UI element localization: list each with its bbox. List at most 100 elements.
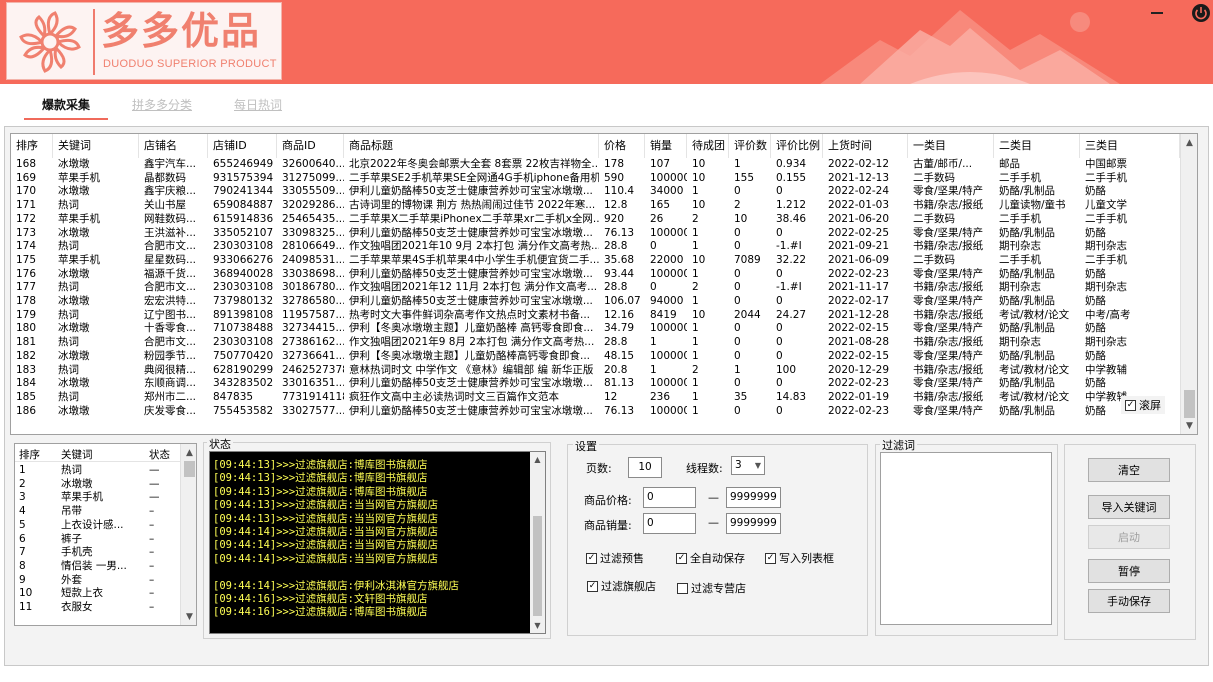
keyword-row[interactable]: 9 外套 – — [15, 574, 181, 588]
pause-button[interactable]: 暂停 — [1088, 559, 1170, 583]
column-header[interactable]: 店铺名 — [139, 134, 208, 158]
scroll-up-icon[interactable]: ▲ — [1181, 134, 1197, 151]
keyword-cell: 上衣设计感... — [61, 518, 124, 531]
table-cell: 零食/坚果/特产 — [913, 404, 984, 417]
scrollbar-thumb[interactable] — [1184, 390, 1195, 418]
table-row[interactable]: 173 冰墩墩 王洪滋补... 335052107 33098325... 伊利儿童奶酪棒… — [11, 227, 1181, 241]
log-line: [09:44:13]>>>过滤旗舰店:当当网官方旗舰店 — [213, 512, 439, 525]
price-max-input[interactable]: 9999999 — [726, 487, 781, 508]
keyword-row[interactable]: 10 短款上衣 – — [15, 587, 181, 601]
tab-pdd-category[interactable]: 拼多多分类 — [132, 96, 192, 119]
filter-specialty-checkbox[interactable]: 过滤专营店 — [677, 580, 746, 596]
filter-flagship-checkbox[interactable]: ✓ 过滤旗舰店 — [587, 578, 656, 594]
status-log[interactable]: [09:44:13]>>>过滤旗舰店:博库图书旗舰店 [09:44:13]>>>过… — [209, 451, 546, 634]
keyword-row[interactable]: 4 吊带 – — [15, 505, 181, 519]
table-row[interactable]: 182 冰墩墩 粉园季节... 750770420 32736641... 伊利【冬奥冰墩… — [11, 350, 1181, 364]
pages-input[interactable]: 10 — [628, 457, 662, 478]
table-row[interactable]: 185 热词 郑州市二... 847835 77319141183 疯狂作文高中主必读热词… — [11, 391, 1181, 405]
table-row[interactable]: 186 冰墩墩 庆发零食... 755453582 33027577... 伊利儿童奶酪棒… — [11, 405, 1181, 419]
keyword-column-header[interactable]: 状态 — [149, 447, 170, 462]
column-header[interactable]: 店铺ID — [208, 134, 277, 158]
column-header[interactable]: 评价比例 — [771, 134, 823, 158]
log-scrollbar[interactable]: ▲ ▼ — [530, 452, 545, 633]
table-row[interactable]: 175 苹果手机 星星数码... 933066276 24098531... 二手苹果苹果… — [11, 254, 1181, 268]
keyword-row[interactable]: 3 苹果手机 — — [15, 491, 181, 505]
start-button[interactable]: 启动 — [1088, 525, 1170, 549]
column-header[interactable]: 三类目 — [1080, 134, 1180, 158]
table-row[interactable]: 183 热词 典阅很精... 628190299 24625273788 意林热词时文 中… — [11, 364, 1181, 378]
filter-words-textarea[interactable] — [880, 452, 1052, 625]
sales-max-input[interactable]: 9999999 — [726, 513, 781, 534]
keyword-list[interactable]: 排序 关键词 状态 1 热词 — 2 冰墩墩 — 3 苹果手机 — 4 吊带 – 5 上衣设计感... – 6 裤子… — [14, 443, 197, 626]
sales-min-input[interactable]: 0 — [643, 513, 696, 534]
table-row[interactable]: 170 冰墩墩 鑫宇庆粮... 790241344 33055509... 伊利儿童奶酪棒… — [11, 185, 1181, 199]
auto-scroll-checkbox[interactable]: ✓ 滚屏 — [1121, 396, 1165, 414]
column-header[interactable]: 一类目 — [908, 134, 994, 158]
auto-save-checkbox[interactable]: ✓ 全自动保存 — [676, 550, 745, 566]
table-cell: 二手苹果苹果4S手机苹果4中小学生手机便宜货二手... — [349, 253, 599, 266]
column-header[interactable]: 销量 — [645, 134, 687, 158]
column-header[interactable]: 评价数 — [729, 134, 771, 158]
keyword-list-scrollbar[interactable]: ▲ ▼ — [180, 444, 196, 625]
scrollbar-thumb[interactable] — [184, 461, 195, 477]
product-table[interactable]: 排序 关键词 店铺名 店铺ID 商品ID 商品标题 价格 销量 待成团 评价数 评价比例 上货时间 一类… — [10, 133, 1198, 435]
keyword-column-header[interactable]: 排序 — [19, 447, 40, 462]
threads-select[interactable]: 3 ▼ — [731, 456, 765, 475]
table-cell: 苹果手机 — [58, 171, 100, 184]
filter-presale-checkbox[interactable]: ✓ 过滤预售 — [586, 550, 644, 566]
table-cell: 星星数码... — [144, 253, 197, 266]
column-header[interactable]: 商品ID — [277, 134, 344, 158]
manual-save-button[interactable]: 手动保存 — [1088, 589, 1170, 613]
import-keywords-button[interactable]: 导入关键词 — [1088, 495, 1170, 519]
table-cell: 作文独唱团2021年10 9月 2本打包 满分作文高考热... — [349, 240, 599, 253]
column-header[interactable]: 价格 — [599, 134, 645, 158]
keyword-row[interactable]: 8 情侣装 一男... – — [15, 560, 181, 574]
table-row[interactable]: 184 冰墩墩 东顺商调... 343283502 33016351... 伊利儿童奶酪棒… — [11, 377, 1181, 391]
table-vertical-scrollbar[interactable]: ▲ ▼ — [1180, 134, 1197, 434]
table-row[interactable]: 180 冰墩墩 十香零食... 710738488 32734415... 伊利【冬奥冰墩… — [11, 322, 1181, 336]
keyword-row[interactable]: 6 裤子 – — [15, 533, 181, 547]
keyword-row[interactable]: 1 热词 — — [15, 464, 181, 478]
write-list-checkbox[interactable]: ✓ 写入列表框 — [765, 550, 834, 566]
scroll-up-icon[interactable]: ▲ — [530, 452, 545, 467]
price-min-input[interactable]: 0 — [643, 487, 696, 508]
column-header[interactable]: 上货时间 — [823, 134, 908, 158]
table-cell: 0 — [650, 240, 657, 253]
keyword-row[interactable]: 5 上衣设计感... – — [15, 519, 181, 533]
table-row[interactable]: 176 冰墩墩 福源千货... 368940028 33038698... 伊利儿童奶酪棒… — [11, 268, 1181, 282]
table-row[interactable]: 179 热词 辽宁图书... 891398108 11957587... 热考时文大事件鲜… — [11, 309, 1181, 323]
table-row[interactable]: 172 苹果手机 网鞋数码... 615914836 25465435... 二手苹果X二… — [11, 213, 1181, 227]
table-row[interactable]: 174 热词 合肥市文... 230303108 28106649... 作文独唱团202… — [11, 240, 1181, 254]
column-header[interactable]: 待成团 — [687, 134, 729, 158]
power-icon[interactable] — [1188, 2, 1213, 24]
table-row[interactable]: 171 热词 关山书屋 659084887 32029286... 古诗词里的博物课 荆方… — [11, 199, 1181, 213]
tab-daily-hotword[interactable]: 每日热词 — [234, 96, 282, 119]
column-header[interactable]: 二类目 — [994, 134, 1080, 158]
scroll-up-icon[interactable]: ▲ — [181, 444, 196, 461]
scrollbar-thumb[interactable] — [533, 516, 542, 616]
column-header[interactable]: 排序 — [11, 134, 53, 158]
table-cell: 33055509... — [282, 185, 344, 198]
table-row[interactable]: 169 苹果手机 晶都数码 931575394 31275099... 二手苹果SE2手机… — [11, 172, 1181, 186]
table-cell: 1 — [734, 158, 741, 170]
table-cell: 奶酪/乳制品 — [999, 295, 1056, 307]
column-header[interactable]: 关键词 — [53, 134, 139, 158]
scroll-down-icon[interactable]: ▼ — [181, 608, 196, 625]
keyword-row[interactable]: 7 手机壳 – — [15, 546, 181, 560]
clear-button[interactable]: 清空 — [1088, 458, 1170, 482]
table-row[interactable]: 177 热词 合肥市文... 230303108 30186780... 作文独唱团202… — [11, 281, 1181, 295]
table-row[interactable]: 181 热词 合肥市文... 230303108 27386162... 作文独唱团202… — [11, 336, 1181, 350]
table-cell: 期刊杂志 — [1085, 240, 1127, 253]
scroll-down-icon[interactable]: ▼ — [530, 618, 545, 633]
tab-hot-collect[interactable]: 爆款采集 — [42, 96, 90, 119]
table-row[interactable]: 168 冰墩墩 鑫宇汽车... 655246949 32600640... 北京2022年… — [11, 158, 1181, 172]
table-cell: 81.13 — [604, 377, 635, 390]
column-header[interactable]: 商品标题 — [344, 134, 599, 158]
keyword-row[interactable]: 2 冰墩墩 — — [15, 478, 181, 492]
keyword-column-header[interactable]: 关键词 — [61, 447, 93, 462]
scroll-down-icon[interactable]: ▼ — [1181, 417, 1197, 434]
keyword-row[interactable]: 11 衣服女 – — [15, 601, 181, 615]
table-cell: 书籍/杂志/报纸 — [913, 281, 984, 294]
minimize-icon[interactable] — [1144, 2, 1170, 24]
table-row[interactable]: 178 冰墩墩 宏宏洪特... 737980132 32786580... 伊利儿童奶酪棒… — [11, 295, 1181, 309]
